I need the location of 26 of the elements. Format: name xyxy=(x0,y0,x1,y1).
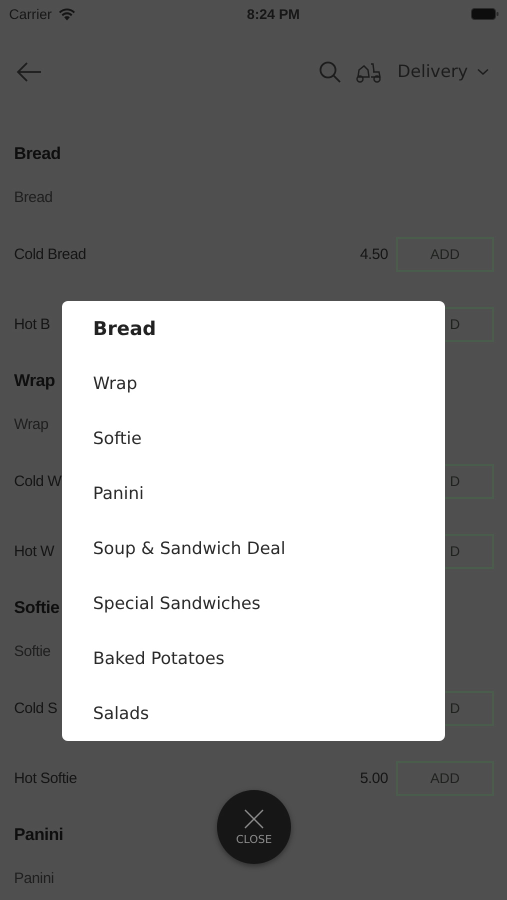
chevron-down-icon xyxy=(477,68,489,76)
item-name: Cold W xyxy=(14,472,62,490)
section-title: Softie xyxy=(14,598,60,618)
category-item[interactable]: Special Sandwiches xyxy=(62,576,445,631)
close-button[interactable]: CLOSE xyxy=(217,790,291,864)
section-title: Bread xyxy=(14,144,61,164)
wifi-icon xyxy=(58,8,76,20)
back-arrow-icon[interactable] xyxy=(16,62,42,82)
item-name: Hot W xyxy=(14,542,54,560)
category-item[interactable]: Baked Potatoes xyxy=(62,631,445,686)
item-price: 5.00 xyxy=(360,770,388,786)
item-name: Hot B xyxy=(14,316,50,332)
item-price: 4.50 xyxy=(360,246,388,262)
status-time: 8:24 PM xyxy=(246,6,300,22)
category-item[interactable]: Wrap xyxy=(62,356,445,411)
section-title: Wrap xyxy=(14,371,55,391)
search-icon[interactable] xyxy=(319,61,342,83)
item-name: Cold Bread xyxy=(14,246,86,262)
section-title: Panini xyxy=(14,825,64,845)
item-name: Hot Softie xyxy=(14,770,77,786)
close-icon xyxy=(244,808,264,828)
battery-icon xyxy=(470,8,499,20)
carrier-name: Carrier xyxy=(9,6,52,22)
scooter-icon xyxy=(355,61,384,83)
category-item[interactable]: Softie xyxy=(62,411,445,466)
item-name: Cold S xyxy=(14,700,58,716)
